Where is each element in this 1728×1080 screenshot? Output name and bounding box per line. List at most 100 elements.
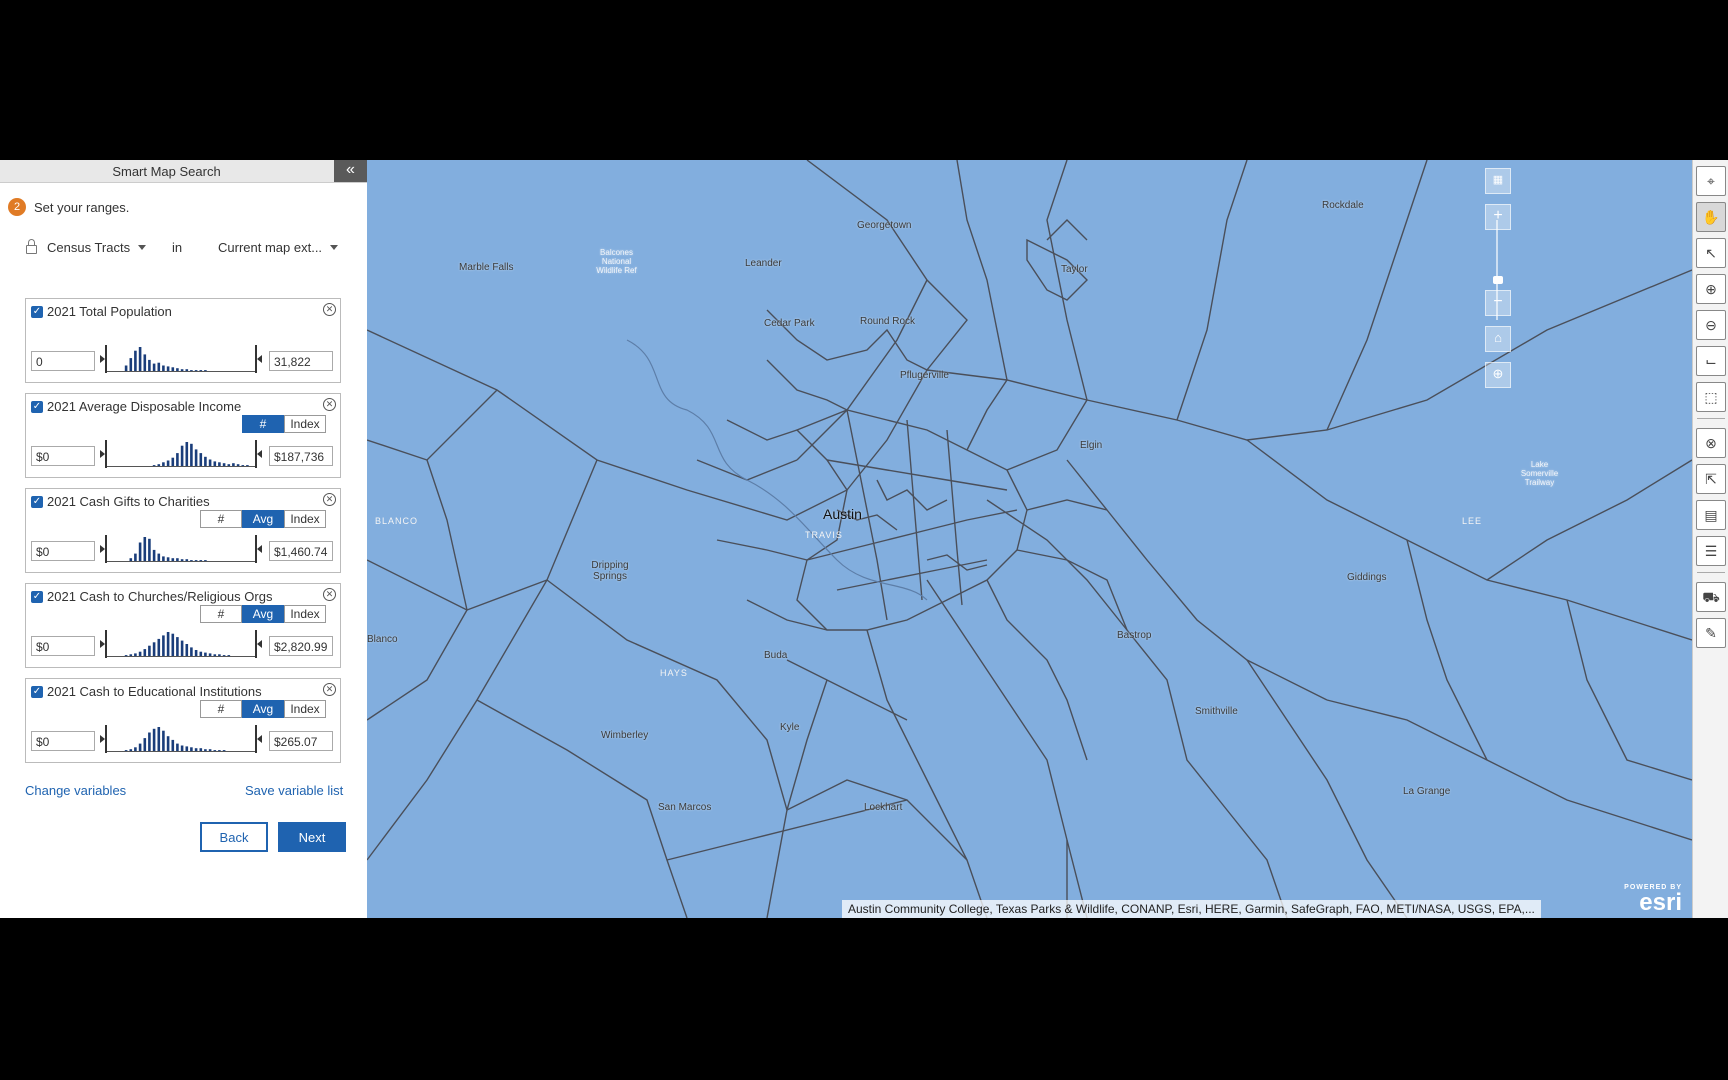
home-icon[interactable]: ⌂ — [1485, 326, 1511, 352]
histogram-bar — [218, 462, 221, 466]
histogram-bar — [208, 653, 212, 656]
toggle-count[interactable]: # — [200, 700, 242, 718]
toggle-index[interactable]: Index — [284, 510, 326, 528]
variable-checkbox[interactable]: ✓ — [31, 305, 43, 318]
pan-hand-icon[interactable]: ✋ — [1696, 202, 1726, 232]
zoom-in-button[interactable]: + — [1485, 204, 1511, 230]
toggle-avg[interactable]: Avg — [242, 700, 284, 718]
measure-icon[interactable]: ⌙ — [1696, 346, 1726, 376]
range-histogram[interactable] — [100, 440, 262, 468]
statistic-toggle-group: # Avg Index — [200, 700, 326, 718]
histogram-bar — [162, 556, 165, 561]
variable-checkbox[interactable]: ✓ — [31, 590, 43, 603]
histogram-bar — [143, 354, 147, 371]
locate-icon[interactable]: ⊕ — [1485, 362, 1511, 388]
histogram-bar — [148, 732, 151, 751]
histogram-bar — [171, 633, 175, 656]
max-value-input[interactable]: $2,820.99 — [269, 636, 333, 656]
histogram-bar — [171, 739, 175, 751]
histogram-bar — [222, 750, 226, 751]
qr-code-icon[interactable]: ▦ — [1485, 168, 1511, 194]
remove-variable-icon[interactable]: ✕ — [323, 588, 336, 601]
select-area-icon[interactable]: ⬚ — [1696, 382, 1726, 412]
note-icon[interactable]: ✎ — [1696, 618, 1726, 648]
histogram-bar — [152, 549, 156, 561]
histogram-bar — [152, 728, 156, 751]
histogram-bar — [246, 465, 249, 466]
toggle-avg[interactable]: Avg — [242, 605, 284, 623]
map-view[interactable]: Georgetown Leander Marble Falls Cedar Park R… — [367, 160, 1692, 918]
histogram-bar — [134, 553, 137, 561]
zoom-out-tool-icon[interactable]: ⊖ — [1696, 310, 1726, 340]
select-arrow-icon[interactable]: ↖ — [1696, 238, 1726, 268]
remove-variable-icon[interactable]: ✕ — [323, 303, 336, 316]
geography-dropdown[interactable]: Census Tracts — [26, 239, 147, 255]
min-value-input[interactable]: $0 — [31, 446, 95, 466]
toggle-count[interactable]: # — [242, 415, 284, 433]
range-histogram[interactable] — [100, 630, 262, 658]
back-button[interactable]: Back — [200, 822, 268, 852]
next-button[interactable]: Next — [278, 822, 346, 852]
variable-card: ✓ 2021 Cash to Educational Institutions ✕ #… — [25, 678, 341, 763]
histogram-bar — [194, 748, 198, 751]
min-value-input[interactable]: $0 — [31, 541, 95, 561]
histogram-bar — [171, 457, 175, 466]
variable-checkbox[interactable]: ✓ — [31, 400, 43, 413]
place-label: Buda — [764, 650, 788, 661]
place-label: Lake Somerville Trailway — [1520, 460, 1559, 487]
max-value-input[interactable]: $187,736 — [269, 446, 333, 466]
min-value-input[interactable]: 0 — [31, 351, 95, 371]
toggle-index[interactable]: Index — [284, 700, 326, 718]
histogram-bar — [227, 655, 231, 656]
variable-checkbox[interactable]: ✓ — [31, 685, 43, 698]
remove-variable-icon[interactable]: ✕ — [323, 493, 336, 506]
esri-logo: POWERED BY esri — [1624, 884, 1682, 916]
variable-header: ✓ 2021 Average Disposable Income — [31, 399, 241, 414]
range-histogram[interactable] — [100, 345, 262, 373]
statistic-toggle-group: # Avg Index — [200, 605, 326, 623]
drive-time-car-icon[interactable]: ⛟ — [1696, 582, 1726, 612]
zoom-in-tool-icon[interactable]: ⊕ — [1696, 274, 1726, 304]
map-pin-icon[interactable]: ⌖ — [1696, 166, 1726, 196]
remove-variable-icon[interactable]: ✕ — [323, 683, 336, 696]
toggle-avg[interactable]: Avg — [242, 510, 284, 528]
legend-list-icon[interactable]: ☰ — [1696, 536, 1726, 566]
min-value-input[interactable]: $0 — [31, 731, 95, 751]
histogram-bar — [213, 461, 217, 466]
place-label: Round Rock — [860, 316, 916, 327]
histogram-bar — [176, 743, 179, 751]
histogram-bar — [194, 370, 198, 371]
variable-header: ✓ 2021 Cash to Educational Institutions — [31, 684, 262, 699]
histogram-bar — [157, 727, 161, 751]
extent-dropdown[interactable]: Current map ext... — [218, 240, 339, 255]
place-label: Cedar Park — [764, 318, 815, 329]
clear-icon[interactable]: ⊗ — [1696, 428, 1726, 458]
toggle-count[interactable]: # — [200, 605, 242, 623]
collapse-panel-icon[interactable]: « — [334, 160, 367, 182]
toggle-count[interactable]: # — [200, 510, 242, 528]
histogram-bar — [204, 749, 207, 751]
histogram-bar — [166, 366, 170, 371]
census-tract-boundaries — [367, 160, 1692, 918]
zoom-out-button[interactable]: − — [1485, 290, 1511, 316]
max-value-input[interactable]: $1,460.74 — [269, 541, 333, 561]
histogram-bar — [208, 749, 212, 751]
pdf-icon[interactable]: ▤ — [1696, 500, 1726, 530]
histogram-bar — [143, 537, 147, 561]
export-icon[interactable]: ⇱ — [1696, 464, 1726, 494]
histogram-bar — [157, 553, 161, 561]
toggle-index[interactable]: Index — [284, 415, 326, 433]
range-histogram[interactable] — [100, 535, 262, 563]
range-histogram[interactable] — [100, 725, 262, 753]
step-number-badge: 2 — [8, 198, 26, 216]
variable-checkbox[interactable]: ✓ — [31, 495, 43, 508]
app-window: Smart Map Search « 2 Set your ranges. Ce… — [0, 160, 1728, 918]
min-value-input[interactable]: $0 — [31, 636, 95, 656]
remove-variable-icon[interactable]: ✕ — [323, 398, 336, 411]
toggle-index[interactable]: Index — [284, 605, 326, 623]
max-value-input[interactable]: 31,822 — [269, 351, 333, 371]
save-variable-list-link[interactable]: Save variable list — [245, 783, 343, 798]
zoom-slider-handle[interactable] — [1493, 276, 1503, 284]
max-value-input[interactable]: $265.07 — [269, 731, 333, 751]
change-variables-link[interactable]: Change variables — [25, 783, 126, 798]
